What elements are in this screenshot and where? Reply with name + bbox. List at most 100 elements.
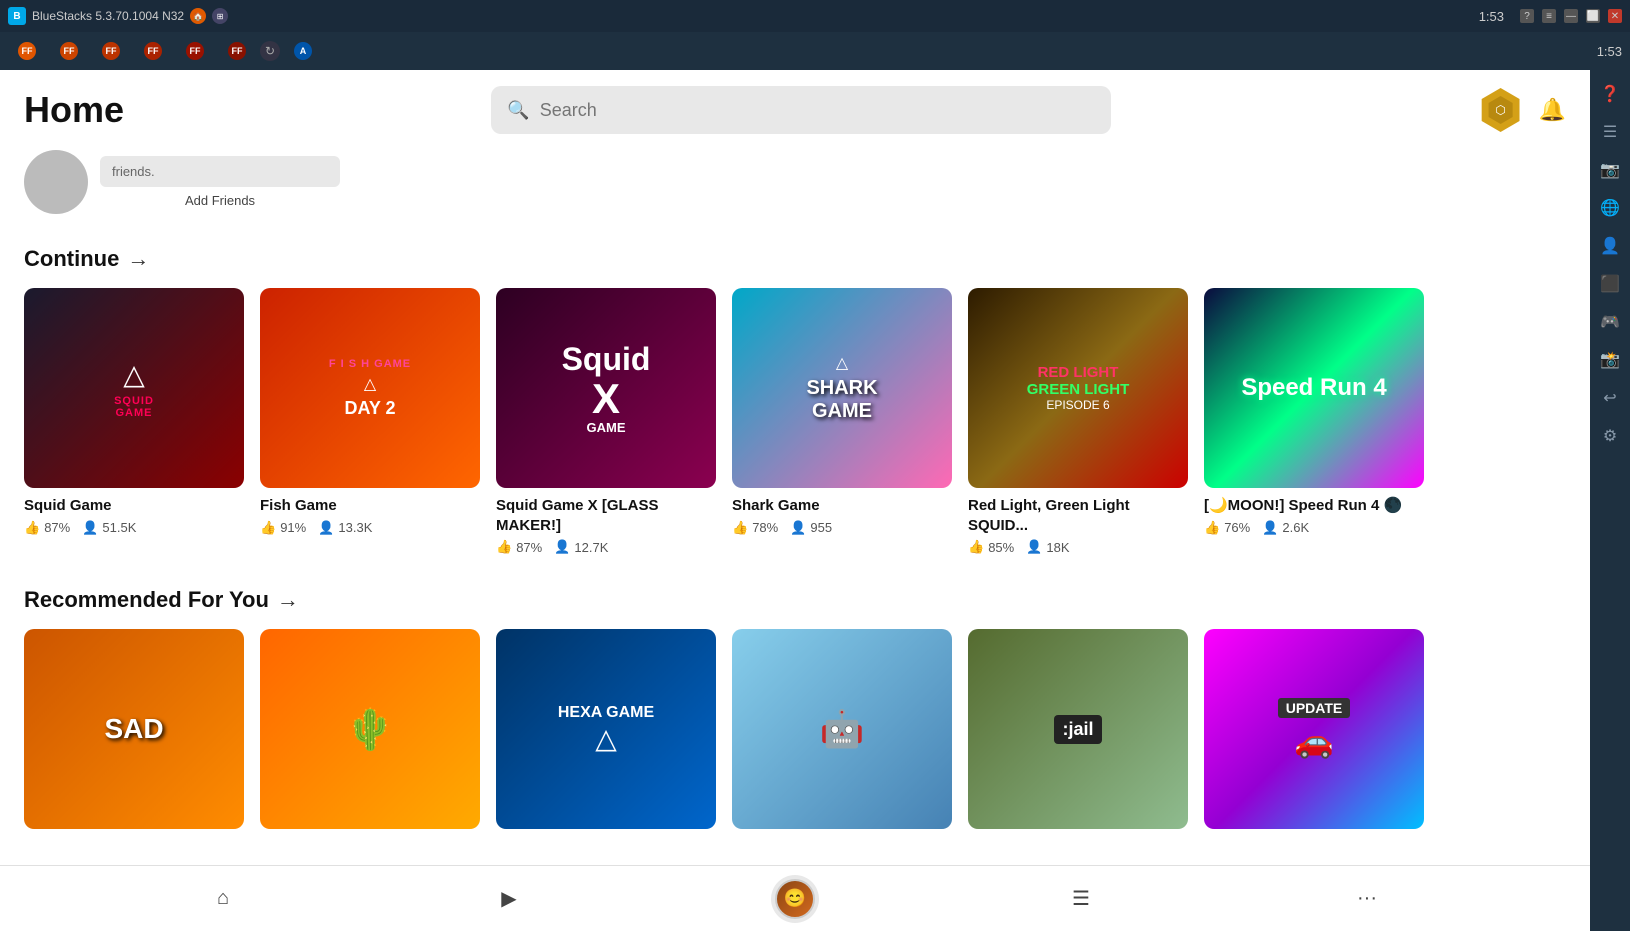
game-card-speed-run[interactable]: Speed Run 4 [🌙MOON!] Speed Run 4 🌑 👍 76%…	[1204, 288, 1424, 555]
right-panel-screenshot[interactable]: 📸	[1594, 344, 1626, 376]
game-card-squid-game[interactable]: △ SQUIDGAME Squid Game 👍 87% 👤	[24, 288, 244, 555]
robux-inner: ⬡	[1487, 96, 1515, 124]
game-thumbnail-shark-game: △ SHARKGAME	[732, 288, 952, 488]
tab-refresh-btn[interactable]: ↻	[260, 41, 280, 61]
recommended-arrow[interactable]: →	[277, 587, 299, 613]
game-card-rec-sad[interactable]: SAD	[24, 629, 244, 829]
right-panel-help[interactable]: ❓	[1594, 78, 1626, 110]
nav-avatar[interactable]: 😊	[771, 875, 819, 923]
tab-ff-2[interactable]: FF	[50, 38, 88, 64]
stat-players-speed-run: 👤 2.6K	[1262, 520, 1309, 536]
game-img-red-light: RED LIGHT GREEN LIGHT EPISODE 6	[968, 288, 1188, 488]
right-panel-user[interactable]: 👤	[1594, 230, 1626, 262]
game-title-shark-game: Shark Game	[732, 496, 952, 516]
right-panel-settings[interactable]: ⚙	[1594, 420, 1626, 452]
tab-dot-4: FF	[144, 42, 162, 60]
recommended-game-grid: SAD 🌵	[24, 629, 1566, 829]
right-panel-globe[interactable]: 🌐	[1594, 192, 1626, 224]
friends-placeholder-text: friends.	[112, 164, 155, 179]
game-img-rec-update: UPDATE 🚗	[1204, 629, 1424, 829]
title-bar-right: 1:53 ? ≡ — ⬜ ✕	[1479, 9, 1622, 24]
game-img-rec-sad: SAD	[24, 629, 244, 829]
tab-ff-6[interactable]: FF	[218, 38, 256, 64]
stat-players-fish-game: 👤 13.3K	[318, 520, 372, 536]
game-stats-shark-game: 👍 78% 👤 955	[732, 520, 952, 536]
tab-ff-5[interactable]: FF	[176, 38, 214, 64]
header-actions: ⬡ 🔔	[1479, 88, 1566, 132]
game-card-squid-x[interactable]: Squid X GAME Squid Game X [GLASS MAKER!]…	[496, 288, 716, 555]
stat-rating-squid-game: 👍 87%	[24, 520, 70, 536]
nav-home[interactable]: ⌂	[199, 875, 247, 923]
nav-avatar-icon: 😊	[775, 879, 815, 919]
stat-players-squid-game: 👤 51.5K	[82, 520, 136, 536]
game-title-fish-game: Fish Game	[260, 496, 480, 516]
maximize-btn[interactable]: ⬜	[1586, 9, 1600, 23]
continue-arrow[interactable]: →	[127, 246, 149, 272]
right-panel-square[interactable]: ⬛	[1594, 268, 1626, 300]
search-input[interactable]	[540, 100, 1096, 121]
friends-text-box: friends.	[100, 156, 340, 187]
stat-rating-speed-run: 👍 76%	[1204, 520, 1250, 536]
scroll-content: friends. Add Friends Continue → △	[0, 142, 1590, 931]
tab-ff-3[interactable]: FF	[92, 38, 130, 64]
tab-a[interactable]: A	[284, 38, 322, 64]
nav-list[interactable]: ☰	[1057, 875, 1105, 923]
game-stats-squid-game: 👍 87% 👤 51.5K	[24, 520, 244, 536]
search-bar[interactable]: 🔍	[491, 86, 1111, 134]
menu-btn[interactable]: ≡	[1542, 9, 1556, 23]
game-stats-red-light: 👍 85% 👤 18K	[968, 539, 1188, 555]
game-thumbnail-rec-orange: 🌵	[260, 629, 480, 829]
game-img-squid-x: Squid X GAME	[496, 288, 716, 488]
game-thumbnail-rec-sad: SAD	[24, 629, 244, 829]
multi-tab-icon[interactable]: ⊞	[212, 8, 228, 24]
minimize-btn[interactable]: —	[1564, 9, 1578, 23]
game-thumbnail-red-light: RED LIGHT GREEN LIGHT EPISODE 6	[968, 288, 1188, 488]
help-btn[interactable]: ?	[1520, 9, 1534, 23]
notification-bell[interactable]: 🔔	[1539, 97, 1566, 123]
nav-more[interactable]: ···	[1343, 875, 1391, 923]
game-card-shark-game[interactable]: △ SHARKGAME Shark Game 👍 78% 👤	[732, 288, 952, 555]
tab-dot-1: FF	[18, 42, 36, 60]
right-panel-gamepad[interactable]: 🎮	[1594, 306, 1626, 338]
game-title-red-light: Red Light, Green Light SQUID...	[968, 496, 1188, 535]
stat-players-squid-x: 👤 12.7K	[554, 539, 608, 555]
continue-title: Continue	[24, 246, 119, 272]
nav-play[interactable]: ▶	[485, 875, 533, 923]
right-panel-back[interactable]: ↩	[1594, 382, 1626, 414]
close-btn[interactable]: ✕	[1608, 9, 1622, 23]
game-img-rec-blue: 🤖	[732, 629, 952, 829]
add-friends-label[interactable]: Add Friends	[100, 193, 340, 208]
bluestacks-logo: B	[8, 7, 26, 25]
game-thumbnail-rec-blue: 🤖	[732, 629, 952, 829]
tab-ff-4[interactable]: FF	[134, 38, 172, 64]
right-panel-camera[interactable]: 📷	[1594, 154, 1626, 186]
robux-icon[interactable]: ⬡	[1479, 88, 1523, 132]
game-card-rec-update[interactable]: UPDATE 🚗	[1204, 629, 1424, 829]
title-bar-left: B BlueStacks 5.3.70.1004 N32 🏠 ⊞	[8, 7, 228, 25]
continue-section-header: Continue →	[24, 246, 1566, 272]
game-thumbnail-rec-update: UPDATE 🚗	[1204, 629, 1424, 829]
tab-dot-3: FF	[102, 42, 120, 60]
clock: 1:53	[1479, 9, 1504, 24]
search-icon: 🔍	[507, 100, 529, 121]
game-card-fish-game[interactable]: F I S H GAME △ DAY 2 Fish Game 👍 91%	[260, 288, 480, 555]
nav-play-icon: ▶	[501, 886, 516, 911]
tab-dot-5: FF	[186, 42, 204, 60]
game-card-rec-hexa[interactable]: HEXA GAME △	[496, 629, 716, 829]
content-area: Home 🔍 ⬡ 🔔 friends. Add	[0, 70, 1590, 931]
home-tab-icon[interactable]: 🏠	[190, 8, 206, 24]
game-img-shark-game: △ SHARKGAME	[732, 288, 952, 488]
game-card-rec-jail[interactable]: :jail	[968, 629, 1188, 829]
game-card-rec-orange[interactable]: 🌵	[260, 629, 480, 829]
add-friends-section: friends. Add Friends	[24, 142, 1566, 238]
tab-time: 1:53	[1597, 44, 1622, 59]
nav-home-icon: ⌂	[217, 887, 229, 910]
game-img-rec-hexa: HEXA GAME △	[496, 629, 716, 829]
tab-ff-1[interactable]: FF	[8, 38, 46, 64]
game-img-speed-run: Speed Run 4	[1204, 288, 1424, 488]
recommended-section-header: Recommended For You →	[24, 587, 1566, 613]
game-card-red-light[interactable]: RED LIGHT GREEN LIGHT EPISODE 6 Red Ligh…	[968, 288, 1188, 555]
game-card-rec-blue[interactable]: 🤖	[732, 629, 952, 829]
right-panel-menu[interactable]: ☰	[1594, 116, 1626, 148]
game-title-squid-x: Squid Game X [GLASS MAKER!]	[496, 496, 716, 535]
